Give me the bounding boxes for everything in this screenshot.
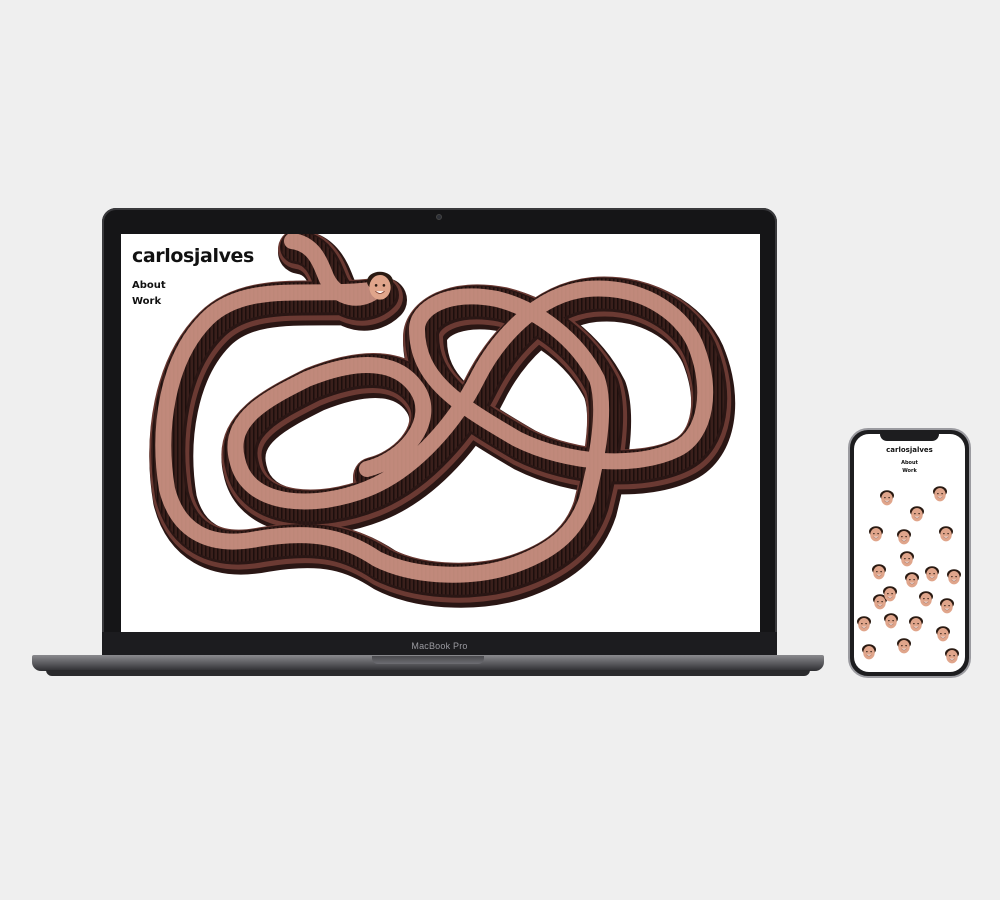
site-nav: About Work [132, 278, 166, 310]
face-icon [905, 572, 919, 588]
face-icon [897, 529, 911, 545]
face-icon [857, 616, 871, 632]
face-icon [884, 613, 898, 629]
phone-notch [880, 432, 939, 441]
face-icon [919, 591, 933, 607]
face-icon [947, 569, 961, 585]
face-icon [936, 626, 950, 642]
face-icon [869, 526, 883, 542]
worm-artwork [149, 234, 736, 608]
face-icon [872, 564, 886, 580]
nav-link-work[interactable]: Work [132, 294, 166, 310]
phone-screen: carlosjalves About Work [854, 434, 965, 672]
face-icon [940, 598, 954, 614]
face-icon [900, 551, 914, 567]
face-icon [945, 648, 959, 664]
face-icon [880, 490, 894, 506]
laptop-opening-notch [372, 656, 484, 664]
face-icon [933, 486, 947, 502]
laptop-foot [46, 670, 810, 676]
face-icon [910, 506, 924, 522]
laptop-screen: carlosjalves About Work [121, 234, 760, 632]
laptop-model-label: MacBook Pro [411, 641, 468, 651]
site-logo-title[interactable]: carlosjalves [132, 245, 254, 267]
face-icon [897, 638, 911, 654]
face-icon [862, 644, 876, 660]
face-icon [939, 526, 953, 542]
nav-link-about[interactable]: About [132, 278, 166, 294]
face-icon [909, 616, 923, 632]
face-icon [925, 566, 939, 582]
mobile-face-grid [857, 486, 961, 664]
webcam-icon [436, 214, 442, 220]
